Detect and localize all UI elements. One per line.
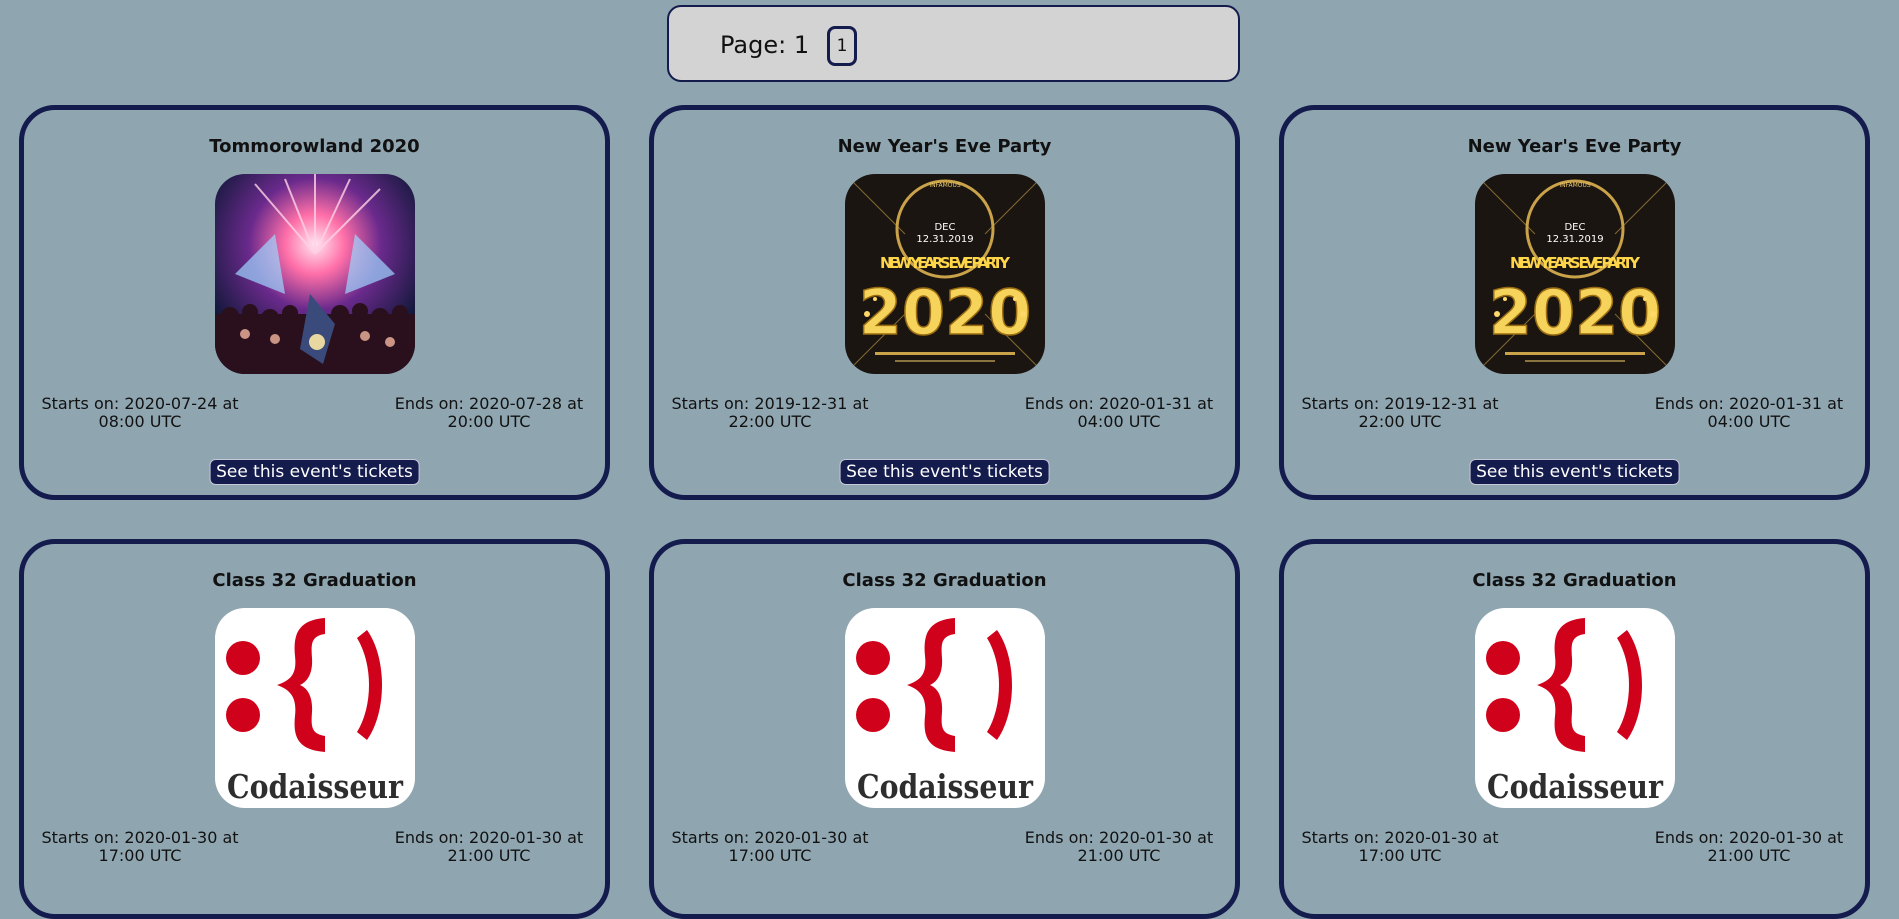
codaisseur-logo: Codaisseur: [1475, 608, 1675, 808]
svg-text:DEC: DEC: [934, 222, 955, 233]
end-time: Ends on: 2020-01-30 at 21:00 UTC: [394, 828, 584, 865]
codaisseur-logo: Codaisseur: [215, 608, 415, 808]
event-card: Class 32 Graduation Codaisseur Starts on…: [19, 539, 610, 919]
event-title: Class 32 Graduation: [1472, 570, 1677, 591]
start-time: Starts on: 2020-01-30 at 17:00 UTC: [41, 828, 239, 865]
start-time: Starts on: 2020-01-30 at 17:00 UTC: [1301, 828, 1499, 865]
event-card: New Year's Eve Party INFAMOUS DEC 12.31.…: [1279, 105, 1870, 500]
page-indicator: Page: 1: [720, 31, 810, 59]
svg-text:DEC: DEC: [1564, 222, 1585, 233]
start-time: Starts on: 2019-12-31 at 22:00 UTC: [671, 394, 869, 431]
codaisseur-logo: Codaisseur: [845, 608, 1045, 808]
pagination-bar: Page: 1 1: [667, 5, 1240, 82]
new-years-eve-flyer-image: INFAMOUS DEC 12.31.2019 NEW YEARS EVE PA…: [845, 174, 1045, 374]
see-tickets-button[interactable]: See this event's tickets: [839, 459, 1050, 485]
svg-text:Codaisseur: Codaisseur: [857, 767, 1034, 806]
see-tickets-button[interactable]: See this event's tickets: [1469, 459, 1680, 485]
new-years-eve-flyer-image: INFAMOUS DEC 12.31.2019 NEW YEARS EVE PA…: [1475, 174, 1675, 374]
event-card: Class 32 Graduation Codaisseur Starts on…: [649, 539, 1240, 919]
svg-text:12.31.2019: 12.31.2019: [916, 234, 973, 245]
event-card: Tommorowland 2020 Starts on: 2020-07-24 …: [19, 105, 610, 500]
end-time: Ends on: 2020-01-31 at 04:00 UTC: [1024, 394, 1214, 431]
end-time: Ends on: 2020-07-28 at 20:00 UTC: [394, 394, 584, 431]
svg-text:2020: 2020: [859, 276, 1032, 349]
svg-text:12.31.2019: 12.31.2019: [1546, 234, 1603, 245]
event-title: Class 32 Graduation: [842, 570, 1047, 591]
end-time: Ends on: 2020-01-30 at 21:00 UTC: [1024, 828, 1214, 865]
event-title: New Year's Eve Party: [1467, 136, 1682, 157]
svg-text:2020: 2020: [1489, 276, 1662, 349]
page-1-button[interactable]: 1: [827, 26, 857, 66]
svg-text:NEW YEARS EVE PARTY: NEW YEARS EVE PARTY: [1510, 254, 1641, 272]
svg-text:NEW YEARS EVE PARTY: NEW YEARS EVE PARTY: [880, 254, 1011, 272]
end-time: Ends on: 2020-01-31 at 04:00 UTC: [1654, 394, 1844, 431]
event-card: New Year's Eve Party INFAMOUS DEC 12.31.…: [649, 105, 1240, 500]
svg-text:Codaisseur: Codaisseur: [227, 767, 404, 806]
svg-text:INFAMOUS: INFAMOUS: [929, 182, 961, 189]
event-title: Class 32 Graduation: [212, 570, 417, 591]
see-tickets-button[interactable]: See this event's tickets: [209, 459, 420, 485]
start-time: Starts on: 2020-07-24 at 08:00 UTC: [41, 394, 239, 431]
event-title: Tommorowland 2020: [209, 136, 420, 157]
event-title: New Year's Eve Party: [837, 136, 1052, 157]
end-time: Ends on: 2020-01-30 at 21:00 UTC: [1654, 828, 1844, 865]
start-time: Starts on: 2020-01-30 at 17:00 UTC: [671, 828, 869, 865]
svg-text:Codaisseur: Codaisseur: [1487, 767, 1664, 806]
event-card: Class 32 Graduation Codaisseur Starts on…: [1279, 539, 1870, 919]
svg-text:INFAMOUS: INFAMOUS: [1559, 182, 1591, 189]
concert-crowd-fireworks-image: [215, 174, 415, 374]
start-time: Starts on: 2019-12-31 at 22:00 UTC: [1301, 394, 1499, 431]
